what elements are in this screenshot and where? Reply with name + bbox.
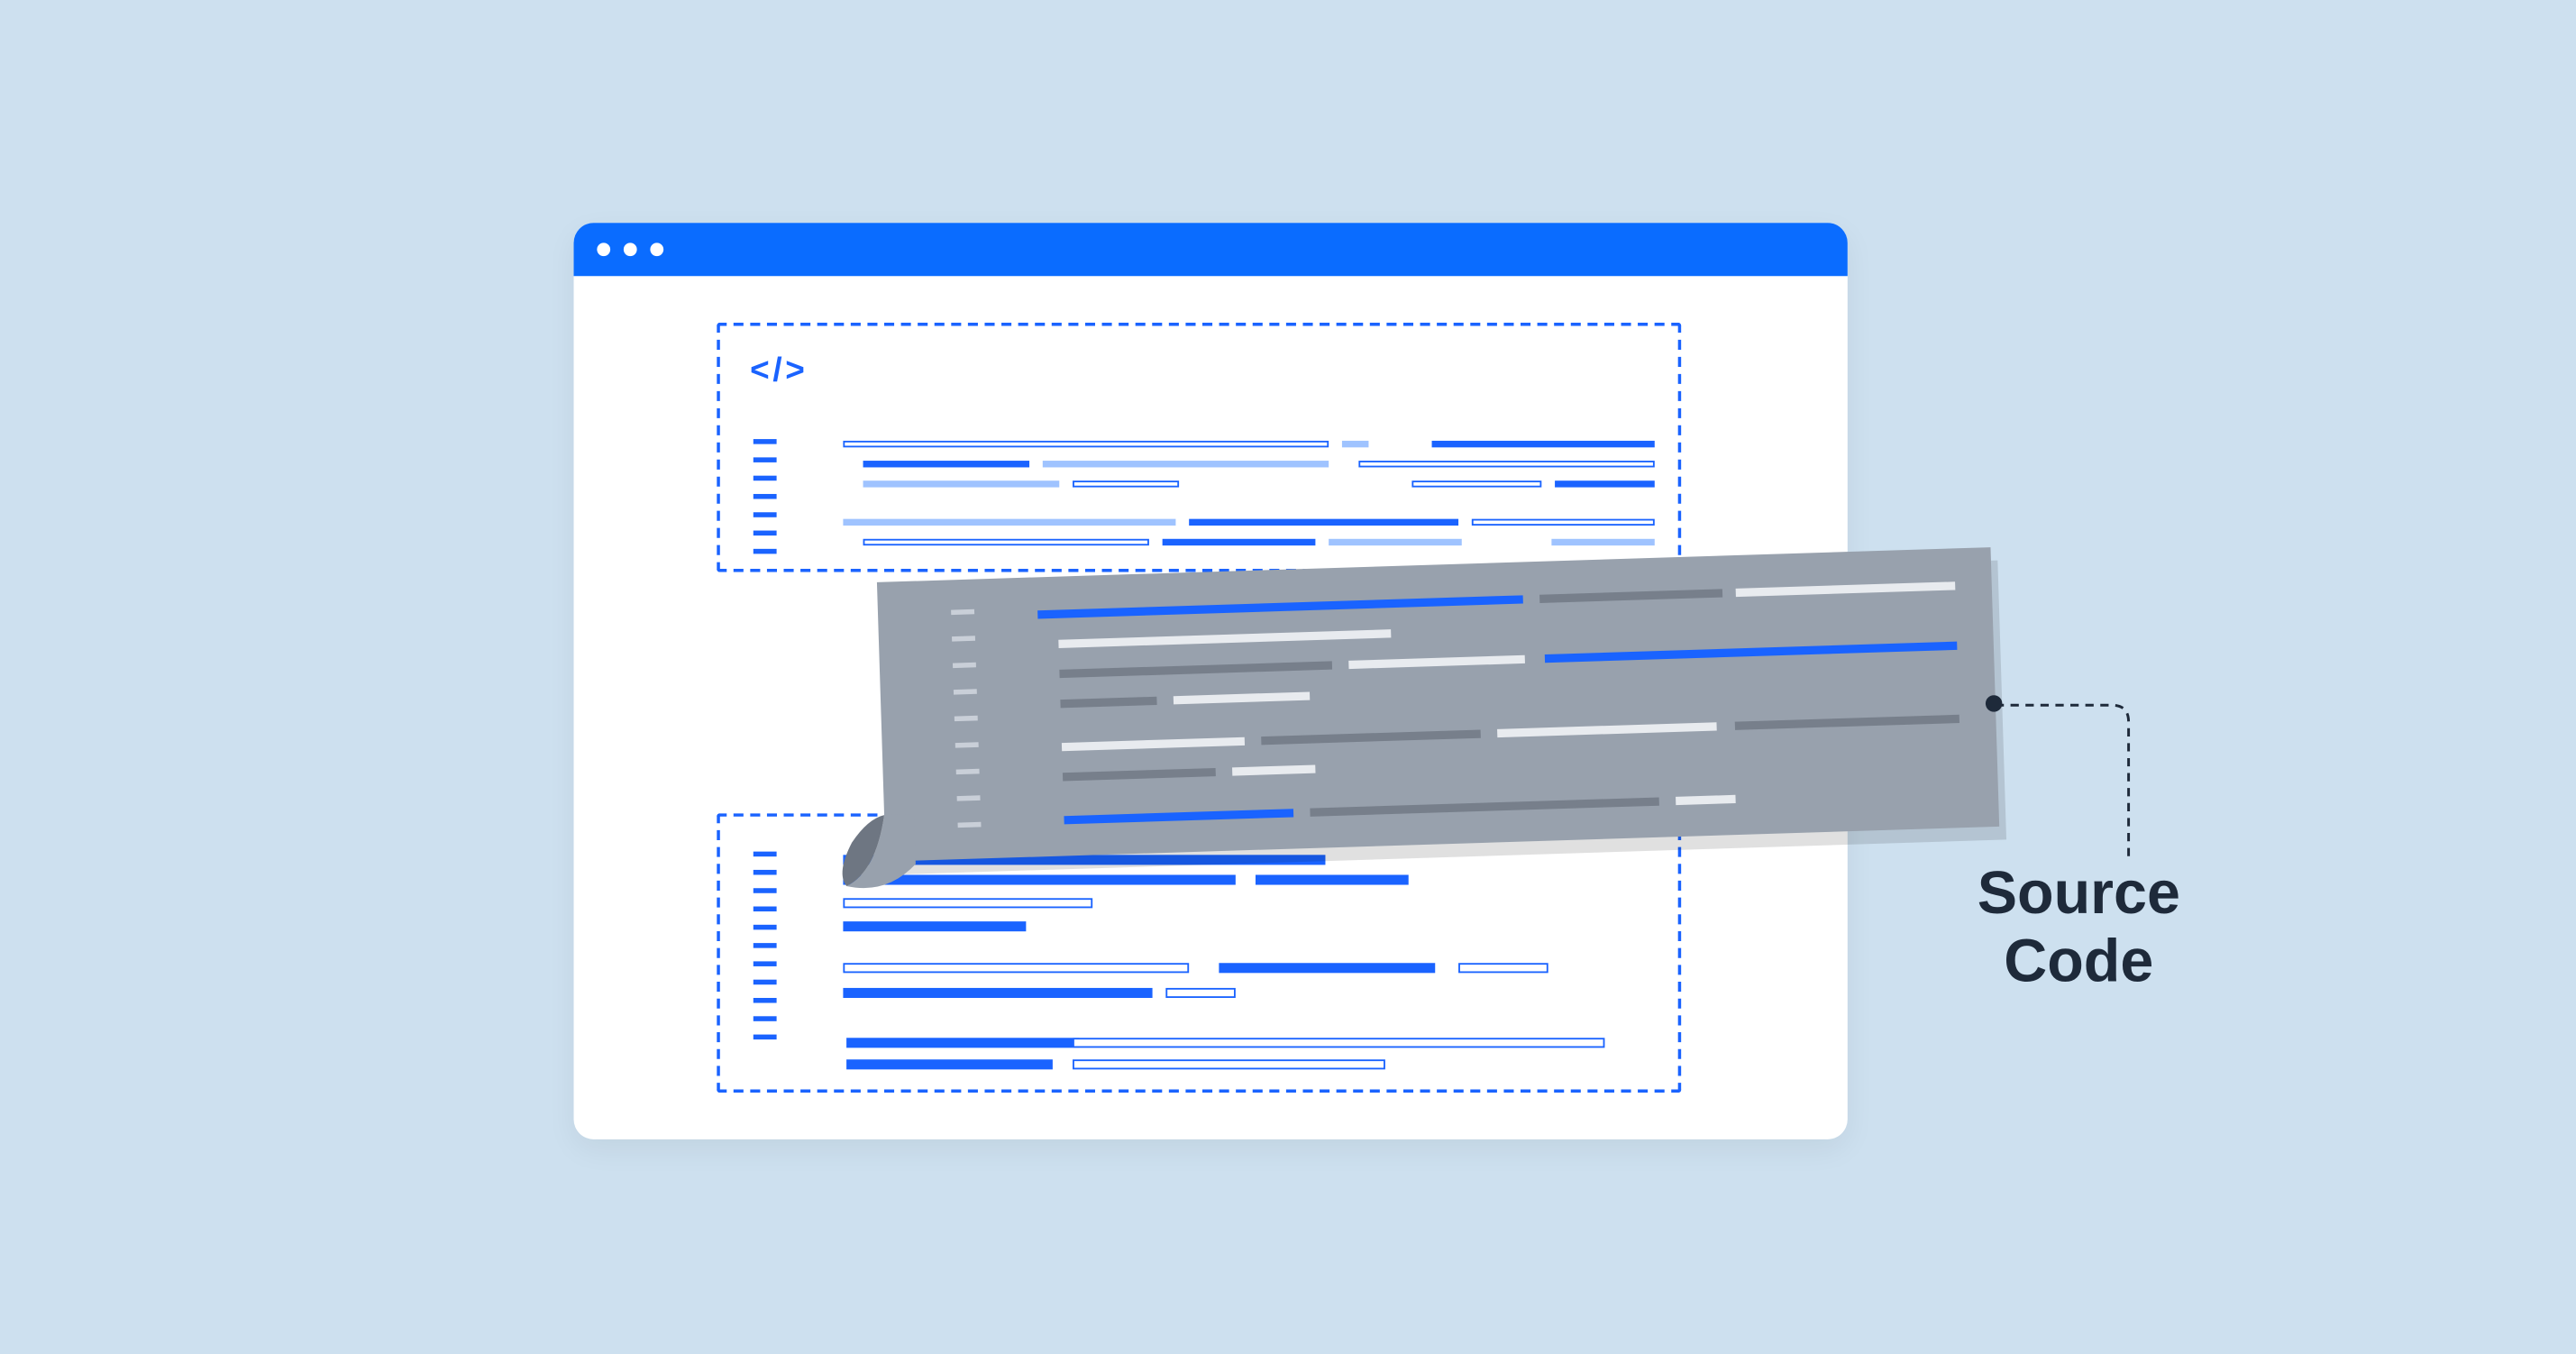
- page-curl-icon: [835, 814, 917, 896]
- gutter-tick: [754, 531, 777, 536]
- code-line: [1174, 691, 1311, 704]
- code-line: [1736, 581, 1956, 597]
- code-line: [1310, 797, 1659, 816]
- code-line: [1073, 480, 1179, 487]
- code-line: [843, 988, 1152, 998]
- line-number-gutter: [754, 852, 777, 1053]
- code-line: [1189, 519, 1458, 526]
- code-line: [1432, 441, 1655, 447]
- gutter-tick: [958, 822, 982, 828]
- gutter-tick: [754, 476, 777, 481]
- code-line: [1232, 764, 1315, 775]
- gutter-tick: [754, 1016, 777, 1021]
- gutter-tick: [754, 980, 777, 985]
- code-line: [1555, 480, 1655, 487]
- callout-label: Source Code: [1978, 858, 2180, 996]
- callout-label-line2: Code: [2004, 927, 2153, 995]
- callout-connector-line: [1992, 702, 2142, 862]
- code-line: [1058, 629, 1391, 648]
- code-line: [1059, 661, 1332, 678]
- code-line: [1358, 461, 1654, 467]
- gutter-tick: [754, 549, 777, 554]
- window-control-dot: [624, 242, 637, 256]
- code-line: [1551, 539, 1654, 545]
- gutter-tick: [953, 663, 976, 668]
- code-line: [1256, 874, 1409, 884]
- code-line: [1539, 589, 1722, 603]
- callout-label-line1: Source: [1978, 858, 2180, 927]
- code-line: [1735, 715, 1959, 730]
- gutter-tick: [955, 742, 979, 747]
- code-line: [1060, 697, 1156, 709]
- code-line: [1063, 768, 1216, 782]
- gutter-tick: [754, 852, 777, 857]
- code-line: [843, 519, 1175, 526]
- code-line: [1261, 729, 1481, 745]
- code-line: [1219, 963, 1435, 973]
- code-line: [863, 539, 1149, 545]
- gutter-tick: [754, 888, 777, 893]
- code-line: [1411, 480, 1541, 487]
- gutter-tick: [754, 961, 777, 966]
- gutter-tick: [955, 716, 978, 721]
- window-control-dot: [650, 242, 663, 256]
- code-line: [1043, 461, 1329, 467]
- code-line: [1062, 737, 1245, 752]
- paper-sheet: [877, 547, 1999, 862]
- gutter-tick: [754, 512, 777, 517]
- code-line: [1073, 1059, 1385, 1069]
- gutter-tick: [754, 1035, 777, 1040]
- gutter-tick: [754, 943, 777, 948]
- gutter-tick: [754, 907, 777, 912]
- gutter-tick: [951, 609, 974, 615]
- code-line: [1676, 795, 1736, 805]
- code-line: [843, 898, 1092, 908]
- gutter-tick: [754, 998, 777, 1003]
- gutter-tick: [952, 636, 975, 641]
- gutter-tick: [957, 795, 981, 801]
- code-line: [1163, 539, 1316, 545]
- code-line: [846, 1038, 1079, 1048]
- code-line: [1073, 1038, 1604, 1048]
- line-number-gutter: [951, 609, 982, 849]
- gutter-tick: [754, 870, 777, 875]
- code-line: [843, 441, 1329, 447]
- code-line: [843, 963, 1189, 973]
- code-line: [863, 480, 1060, 487]
- code-line: [1037, 595, 1523, 618]
- window-control-dot: [597, 242, 610, 256]
- code-line: [1458, 963, 1548, 973]
- gutter-tick: [954, 689, 977, 694]
- code-line: [846, 1059, 1053, 1069]
- code-line: [1165, 988, 1235, 998]
- code-line: [1348, 655, 1525, 669]
- code-line: [1329, 539, 1462, 545]
- gutter-tick: [754, 439, 777, 444]
- source-code-snippet: [827, 547, 2000, 883]
- code-line: [1545, 642, 1958, 663]
- window-titlebar: [574, 223, 1848, 276]
- code-line: [1342, 441, 1369, 447]
- code-tag-icon: </>: [750, 352, 808, 390]
- gutter-tick: [754, 457, 777, 462]
- code-line: [863, 461, 1030, 467]
- code-line: [1472, 519, 1655, 526]
- code-line: [1497, 722, 1717, 737]
- gutter-tick: [956, 769, 980, 774]
- code-line: [1064, 809, 1293, 824]
- code-line: [843, 921, 1026, 931]
- line-number-gutter: [754, 439, 777, 567]
- gutter-tick: [754, 494, 777, 499]
- gutter-tick: [754, 925, 777, 930]
